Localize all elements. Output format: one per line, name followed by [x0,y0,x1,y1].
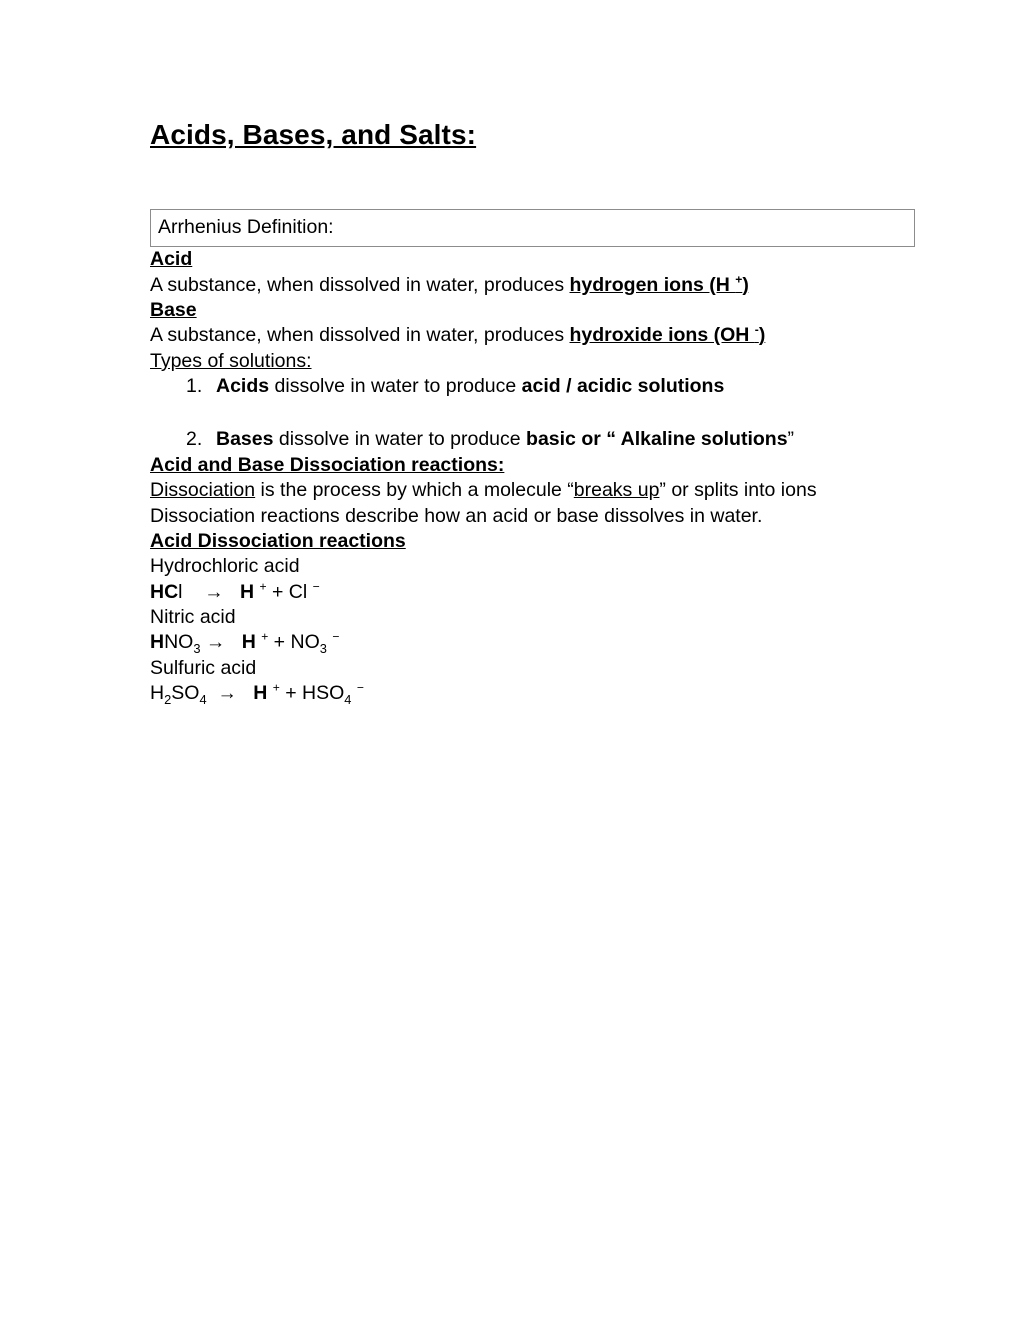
list-item-result: basic or “ Alkaline solutions [526,428,788,451]
hno3-product-bold: H [241,631,256,654]
h2so4-reactant-sub2: 4 [199,691,207,707]
arrhenius-definition-box: Arrhenius Definition: [150,209,915,248]
list-item-trailing: ” [787,428,795,451]
h2so4-product-sub: 4 [344,691,352,707]
h2so4-reactant-rest2: SO [171,681,200,704]
list-item-subject: Acids [216,375,270,398]
reaction-name-nitric: Nitric acid [150,605,236,628]
h2so4-reactant-rest: H [150,681,165,704]
reaction-arrow-icon: → [204,580,224,603]
hcl-product-bold: H [239,580,255,603]
base-heading: Base [150,298,912,323]
hcl-gap [183,581,205,603]
hno3-product-charge2: − [332,629,340,644]
acid-heading-text: Acid [150,248,193,271]
reaction-equation-hydrochloric: HCl → H + + Cl − [150,580,916,605]
base-ion-tail: ) [758,324,766,347]
base-heading-text: Base [150,299,197,322]
list-item: Bases dissolve in water to produce basic… [150,427,916,453]
types-of-solutions-list: Acids dissolve in water to produce acid … [150,374,916,453]
dissociation-term: Dissociation [150,479,256,502]
hcl-product-charge: + [259,579,267,594]
dissociation-note: Dissociation reactions describe how an a… [150,504,763,527]
reaction-equation-sulfuric: H2SO4 → H + + HSO4 − [150,681,916,706]
list-item-subject: Bases [216,428,274,451]
list-item-middle: dissolve in water to produce [269,375,522,398]
h2so4-gap [207,682,218,704]
dissociation-part1: is the process by which a molecule “ [255,479,574,502]
hcl-product-charge2: − [312,579,320,594]
reaction-name-hydrochloric: Hydrochloric acid [150,555,300,578]
dissociation-section-heading-text: Acid and Base Dissociation reactions: [150,453,505,476]
h2so4-product-bold: H [253,681,268,704]
base-definition-emphasis: hydroxide ions (OH -) [569,324,766,347]
page-title: Acids, Bases, and Salts: [150,119,477,150]
dissociation-section-heading: Acid and Base Dissociation reactions: [150,453,912,478]
h2so4-product-mid: + HSO [279,681,345,704]
hno3-reactant-sub: 3 [193,641,201,657]
acid-heading: Acid [150,247,912,272]
types-of-solutions-heading: Types of solutions: [150,349,912,374]
reaction-arrow-icon: → [217,681,237,704]
acid-dissociation-heading: Acid Dissociation reactions [150,529,912,554]
acid-dissociation-heading-text: Acid Dissociation reactions [150,529,406,552]
hcl-product-mid: + Cl [266,580,313,603]
document-page: Acids, Bases, and Salts: Arrhenius Defin… [0,0,1020,1320]
acid-ion-text: hydrogen ions (H [569,273,736,296]
reaction-name-sulfuric: Sulfuric acid [150,656,257,679]
arrhenius-definition-label: Arrhenius Definition: [158,216,334,239]
acid-definition-emphasis: hydrogen ions (H +) [569,273,749,296]
acid-definition-lead: A substance, when dissolved in water, pr… [150,273,570,296]
list-item: Acids dissolve in water to produce acid … [150,374,916,400]
list-item-result: acid / acidic solutions [521,375,725,398]
h2so4-product-charge: + [272,680,280,695]
base-definition-lead: A substance, when dissolved in water, pr… [150,324,570,347]
reaction-equation-nitric: HNO3 → H + + NO3 − [150,630,916,655]
hno3-reactant-bold: H [150,631,165,654]
acid-ion-tail: ) [742,273,749,296]
reaction-arrow-icon: → [205,631,226,654]
hno3-product-sub: 3 [319,641,327,657]
dissociation-quoted: breaks up [573,479,660,502]
dissociation-part2: ” or splits into ions [659,479,817,502]
types-of-solutions-heading-text: Types of solutions: [150,349,312,372]
base-definition: A substance, when dissolved in water, pr… [150,323,912,348]
hno3-reactant-rest: NO [164,631,194,654]
dissociation-definition: Dissociation is the process by which a m… [150,478,912,503]
h2so4-product-charge2: − [356,680,364,695]
list-item-middle: dissolve in water to produce [273,428,527,451]
base-ion-text: hydroxide ions (OH [569,324,755,347]
hno3-product-mid: + NO [268,631,320,654]
hcl-reactant-bold: HC [150,580,179,603]
acid-definition: A substance, when dissolved in water, pr… [150,273,912,298]
